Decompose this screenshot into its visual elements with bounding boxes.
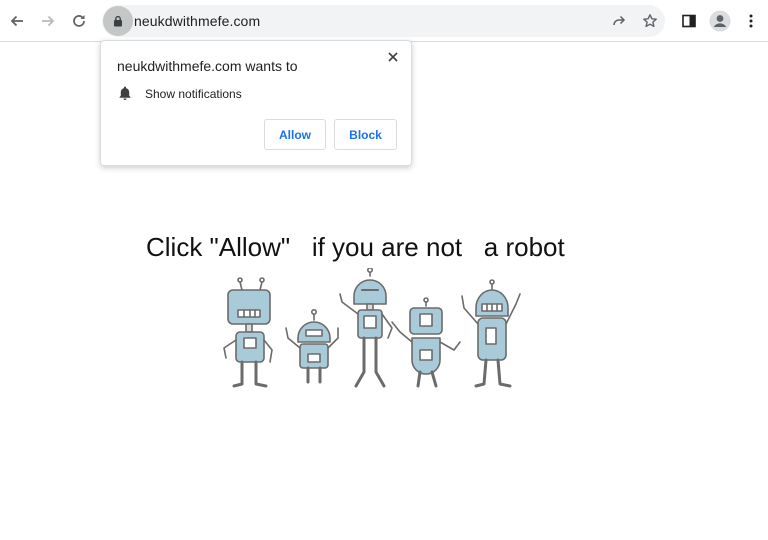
site-info-button[interactable] [103,6,133,36]
menu-button[interactable] [737,7,765,35]
robot-1 [223,277,273,388]
close-button[interactable] [383,47,403,67]
bell-icon [119,86,131,100]
robot-2 [285,308,339,384]
forward-icon [42,15,55,27]
menu-icon [749,14,753,28]
back-button[interactable] [3,7,31,35]
side-panel-button[interactable] [675,7,703,35]
robot-4 [391,297,461,388]
reload-button[interactable] [65,7,93,35]
robot-5 [461,279,521,388]
robots-illustration [223,268,521,388]
browser-toolbar: neukdwithmefe.com [0,0,768,42]
block-button[interactable]: Block [334,119,397,150]
permission-label: Show notifications [145,87,242,101]
forward-button[interactable] [34,7,62,35]
page-headline: Click "Allow" if you are not a robot [146,232,565,262]
share-button[interactable] [609,11,629,31]
side-panel-icon [682,14,696,28]
allow-button[interactable]: Allow [264,119,326,150]
back-icon [10,15,23,27]
lock-icon [114,15,122,27]
close-icon [388,52,398,62]
profile-button[interactable] [706,7,734,35]
reload-icon [73,15,85,27]
bookmark-button[interactable] [640,11,660,31]
url-text[interactable]: neukdwithmefe.com [134,13,260,29]
star-icon [643,14,657,28]
popup-title: neukdwithmefe.com wants to [117,58,298,74]
notification-permission-popup: neukdwithmefe.com wants to Show notifica… [100,40,412,166]
robot-3 [339,268,393,388]
profile-icon [709,10,731,32]
address-bar[interactable]: neukdwithmefe.com [102,5,665,37]
share-icon [613,15,626,26]
